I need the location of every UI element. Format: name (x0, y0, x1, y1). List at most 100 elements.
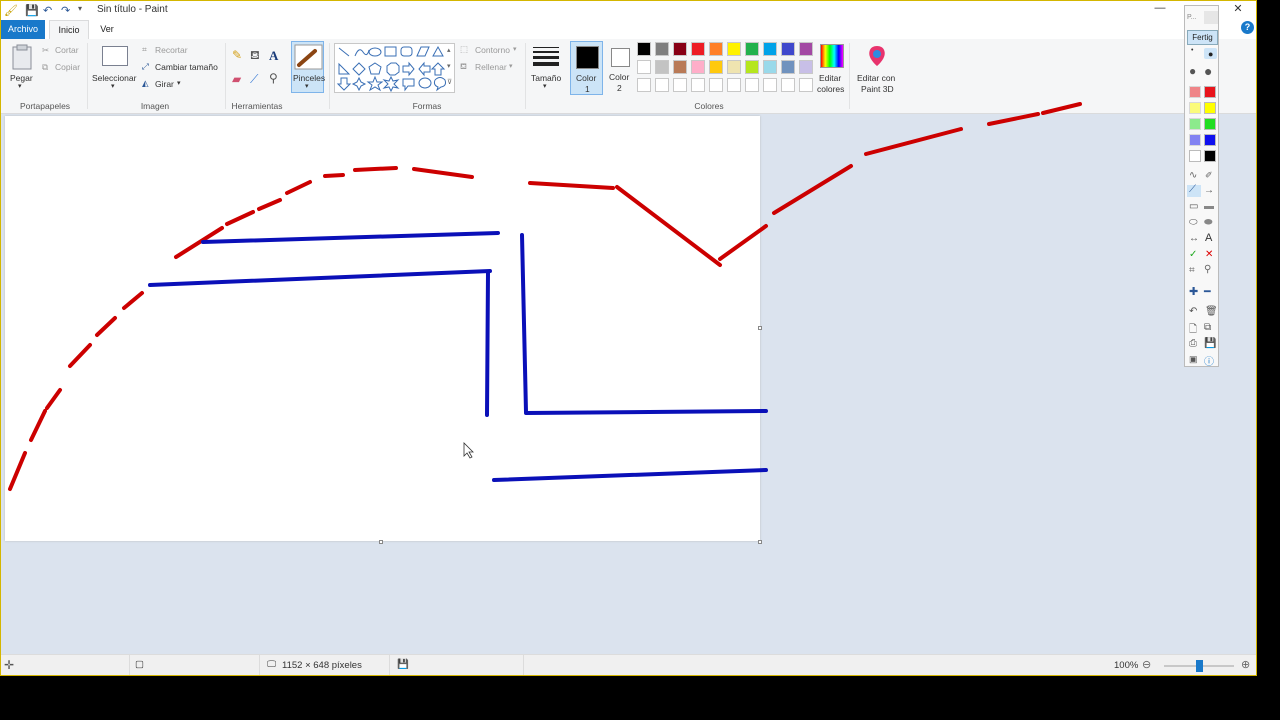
palette-swatch[interactable] (655, 78, 669, 92)
filled-ellipse-tool-icon[interactable]: ⬬ (1204, 217, 1213, 228)
palette-swatch[interactable] (691, 42, 705, 56)
fill-bucket-icon[interactable]: ⛾ (250, 48, 260, 64)
zoom-in-button[interactable]: ⊕ (1241, 658, 1250, 671)
color-blue[interactable] (1204, 134, 1216, 146)
palette-swatch[interactable] (745, 78, 759, 92)
color-green[interactable] (1204, 118, 1216, 130)
shapes-gallery[interactable] (334, 43, 455, 93)
screenshot-icon[interactable]: ▣ (1189, 354, 1198, 365)
edit-colors-icon[interactable] (820, 44, 844, 68)
resize-button[interactable]: Cambiar tamaño (155, 62, 218, 72)
palette-swatch[interactable] (799, 60, 813, 74)
color-green-light[interactable] (1189, 118, 1201, 130)
eraser-pen-icon[interactable]: ✐ (1205, 170, 1213, 181)
dot-xlarge-icon[interactable]: ● (1204, 63, 1212, 79)
edit-colors-label-1[interactable]: Editar (819, 73, 841, 83)
trash-icon[interactable]: 🗑 (1205, 306, 1218, 317)
size-icon[interactable] (532, 45, 560, 67)
palette-swatch[interactable] (655, 60, 669, 74)
text-tool-icon[interactable]: A (1205, 232, 1212, 244)
info-icon[interactable]: ⓘ (1204, 353, 1214, 368)
help-icon[interactable]: ? (1241, 21, 1254, 34)
palette-swatch[interactable] (763, 60, 777, 74)
color-blue-light[interactable] (1189, 134, 1201, 146)
paste-dropdown-icon[interactable]: ▾ (18, 82, 22, 90)
drawing-canvas[interactable] (5, 116, 760, 541)
color-picker-icon[interactable]: ⟋ (250, 72, 258, 87)
color1-button[interactable]: Color 1 (570, 41, 603, 95)
tab-inicio[interactable]: Inicio (49, 20, 89, 40)
shapes-expand-icon[interactable]: ⊽ (447, 78, 452, 86)
palette-swatch[interactable] (781, 78, 795, 92)
fill-button[interactable]: Rellenar (475, 62, 507, 72)
copy-button[interactable]: Copiar (55, 62, 80, 72)
tab-ver[interactable]: Ver (93, 20, 121, 39)
customize-quick-access-icon[interactable]: ▾ (78, 4, 82, 13)
palette-swatch[interactable] (709, 60, 723, 74)
minimize-button[interactable]: — (1147, 2, 1173, 18)
rectangle-tool-icon[interactable]: ▭ (1189, 201, 1198, 212)
outline-button[interactable]: Contorno (475, 45, 510, 55)
print-icon[interactable]: ⎙ (1189, 338, 1197, 349)
paint3d-icon[interactable] (867, 45, 887, 67)
palette-swatch[interactable] (673, 78, 687, 92)
palette-swatch[interactable] (799, 78, 813, 92)
palette-swatch[interactable] (691, 78, 705, 92)
shapes-scroll-down-icon[interactable]: ▾ (447, 62, 451, 70)
fill-dropdown-icon[interactable]: ▾ (509, 62, 513, 70)
palette-swatch[interactable] (637, 42, 651, 56)
palette-swatch[interactable] (763, 42, 777, 56)
new-page-icon[interactable]: 🗋 (1189, 322, 1197, 339)
palette-swatch[interactable] (673, 60, 687, 74)
zoom-slider-thumb[interactable] (1196, 660, 1203, 672)
save-icon[interactable]: 💾 (25, 4, 39, 17)
palette-swatch[interactable] (745, 60, 759, 74)
dot-small-icon[interactable]: • (1191, 47, 1193, 54)
color2-button[interactable]: Color 2 (604, 41, 637, 95)
plus-icon[interactable]: ✚ (1189, 285, 1198, 298)
dot-medium-icon[interactable]: ● (1204, 48, 1217, 59)
size-dropdown-icon[interactable]: ▾ (543, 82, 547, 90)
color-red-light[interactable] (1189, 86, 1201, 98)
redo-icon[interactable]: ↷ (61, 4, 70, 17)
eraser-icon[interactable]: ▰ (232, 72, 241, 86)
filled-rectangle-tool-icon[interactable]: ▬ (1204, 201, 1214, 212)
cross-icon[interactable]: ✕ (1205, 249, 1213, 260)
color-yellow[interactable] (1204, 102, 1216, 114)
resize-handle-corner[interactable] (758, 540, 762, 544)
palette-swatch[interactable] (637, 60, 651, 74)
palette-swatch[interactable] (727, 42, 741, 56)
palette-swatch[interactable] (781, 42, 795, 56)
pencil-icon[interactable]: ✎ (232, 48, 242, 62)
color-white[interactable] (1189, 150, 1201, 162)
rotate-button[interactable]: Girar (155, 79, 174, 89)
select-icon[interactable] (102, 46, 128, 66)
check-icon[interactable]: ✓ (1189, 249, 1197, 260)
save-screen-icon[interactable]: 💾 (1204, 338, 1216, 349)
double-arrow-icon[interactable]: ↔ (1189, 233, 1199, 244)
palette-swatch[interactable] (799, 42, 813, 56)
zoom-out-button[interactable]: ⊖ (1142, 658, 1151, 671)
edit-colors-label-2[interactable]: colores (817, 84, 844, 94)
color-yellow-light[interactable] (1189, 102, 1201, 114)
palette-swatch[interactable] (727, 78, 741, 92)
palette-swatch[interactable] (655, 42, 669, 56)
toolbar-collapse-button[interactable] (1204, 11, 1218, 24)
palette-swatch[interactable] (709, 42, 723, 56)
magnifier-icon[interactable]: ⚲ (269, 71, 278, 85)
brushes-dropdown-icon[interactable]: ▾ (305, 82, 309, 90)
palette-swatch[interactable] (763, 78, 777, 92)
palette-swatch[interactable] (727, 60, 741, 74)
outline-dropdown-icon[interactable]: ▾ (513, 45, 517, 53)
crop-region-icon[interactable]: ⌗ (1189, 265, 1195, 276)
select-dropdown-icon[interactable]: ▾ (111, 82, 115, 90)
clipboard-icon[interactable] (11, 44, 33, 70)
undo-stroke-icon[interactable]: ↶ (1189, 306, 1197, 317)
done-button[interactable]: Fertig (1187, 30, 1218, 45)
palette-swatch[interactable] (709, 78, 723, 92)
rotate-dropdown-icon[interactable]: ▾ (177, 79, 181, 87)
freehand-icon[interactable]: ∿ (1189, 170, 1197, 181)
palette-swatch[interactable] (691, 60, 705, 74)
line-tool-icon[interactable]: ⟋ (1187, 184, 1201, 197)
copy-screen-icon[interactable]: ⧉ (1204, 322, 1211, 333)
